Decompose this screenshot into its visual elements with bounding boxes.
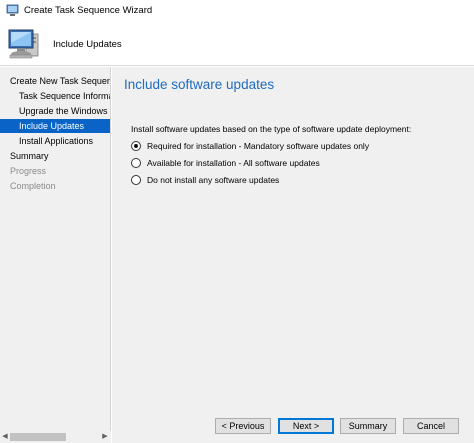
title-bar: Create Task Sequence Wizard bbox=[0, 0, 474, 22]
wizard-computer-icon bbox=[6, 4, 19, 16]
sidebar-item-completion: Completion bbox=[10, 181, 56, 191]
summary-button[interactable]: Summary bbox=[340, 418, 396, 434]
sidebar-item-task-sequence-information[interactable]: Task Sequence Informati bbox=[19, 89, 110, 103]
radio-button-none[interactable] bbox=[131, 175, 141, 185]
radio-label-none: Do not install any software updates bbox=[147, 175, 280, 185]
previous-button[interactable]: < Previous bbox=[215, 418, 271, 434]
scroll-left-arrow-icon[interactable]: ◀ bbox=[0, 432, 10, 442]
next-button[interactable]: Next > bbox=[278, 418, 334, 434]
page-title: Include software updates bbox=[124, 77, 275, 92]
radio-label-required: Required for installation - Mandatory so… bbox=[147, 141, 370, 151]
radio-option-required[interactable]: Required for installation - Mandatory so… bbox=[131, 140, 369, 152]
sidebar-item-summary[interactable]: Summary bbox=[10, 149, 49, 163]
radio-button-required[interactable] bbox=[131, 141, 141, 151]
computer-monitor-icon bbox=[8, 29, 39, 59]
radio-button-available[interactable] bbox=[131, 158, 141, 168]
cancel-button[interactable]: Cancel bbox=[403, 418, 459, 434]
radio-option-available[interactable]: Available for installation - All softwar… bbox=[131, 157, 320, 169]
wizard-header: Include Updates bbox=[0, 22, 474, 66]
instruction-text: Install software updates based on the ty… bbox=[131, 124, 412, 134]
main-content-panel: Include software updates Install softwar… bbox=[112, 67, 474, 407]
sidebar-item-install-applications[interactable]: Install Applications bbox=[19, 134, 93, 148]
sidebar-item-include-updates[interactable]: Include Updates bbox=[0, 119, 110, 133]
radio-option-none[interactable]: Do not install any software updates bbox=[131, 174, 279, 186]
header-title: Include Updates bbox=[53, 39, 122, 50]
sidebar-horizontal-scrollbar[interactable]: ◀ ▶ bbox=[0, 431, 111, 443]
scrollbar-thumb[interactable] bbox=[10, 433, 66, 441]
wizard-steps-sidebar: Create New Task Sequence Task Sequence I… bbox=[0, 67, 111, 443]
sidebar-item-progress: Progress bbox=[10, 166, 47, 176]
scroll-right-arrow-icon[interactable]: ▶ bbox=[100, 432, 110, 442]
radio-label-available: Available for installation - All softwar… bbox=[147, 158, 320, 168]
window-title: Create Task Sequence Wizard bbox=[24, 5, 153, 16]
wizard-footer: < Previous Next > Summary Cancel bbox=[112, 407, 474, 443]
sidebar-item-upgrade-windows[interactable]: Upgrade the Windows Op bbox=[19, 104, 110, 118]
sidebar-item-create-new-task-sequence[interactable]: Create New Task Sequence bbox=[10, 74, 110, 88]
